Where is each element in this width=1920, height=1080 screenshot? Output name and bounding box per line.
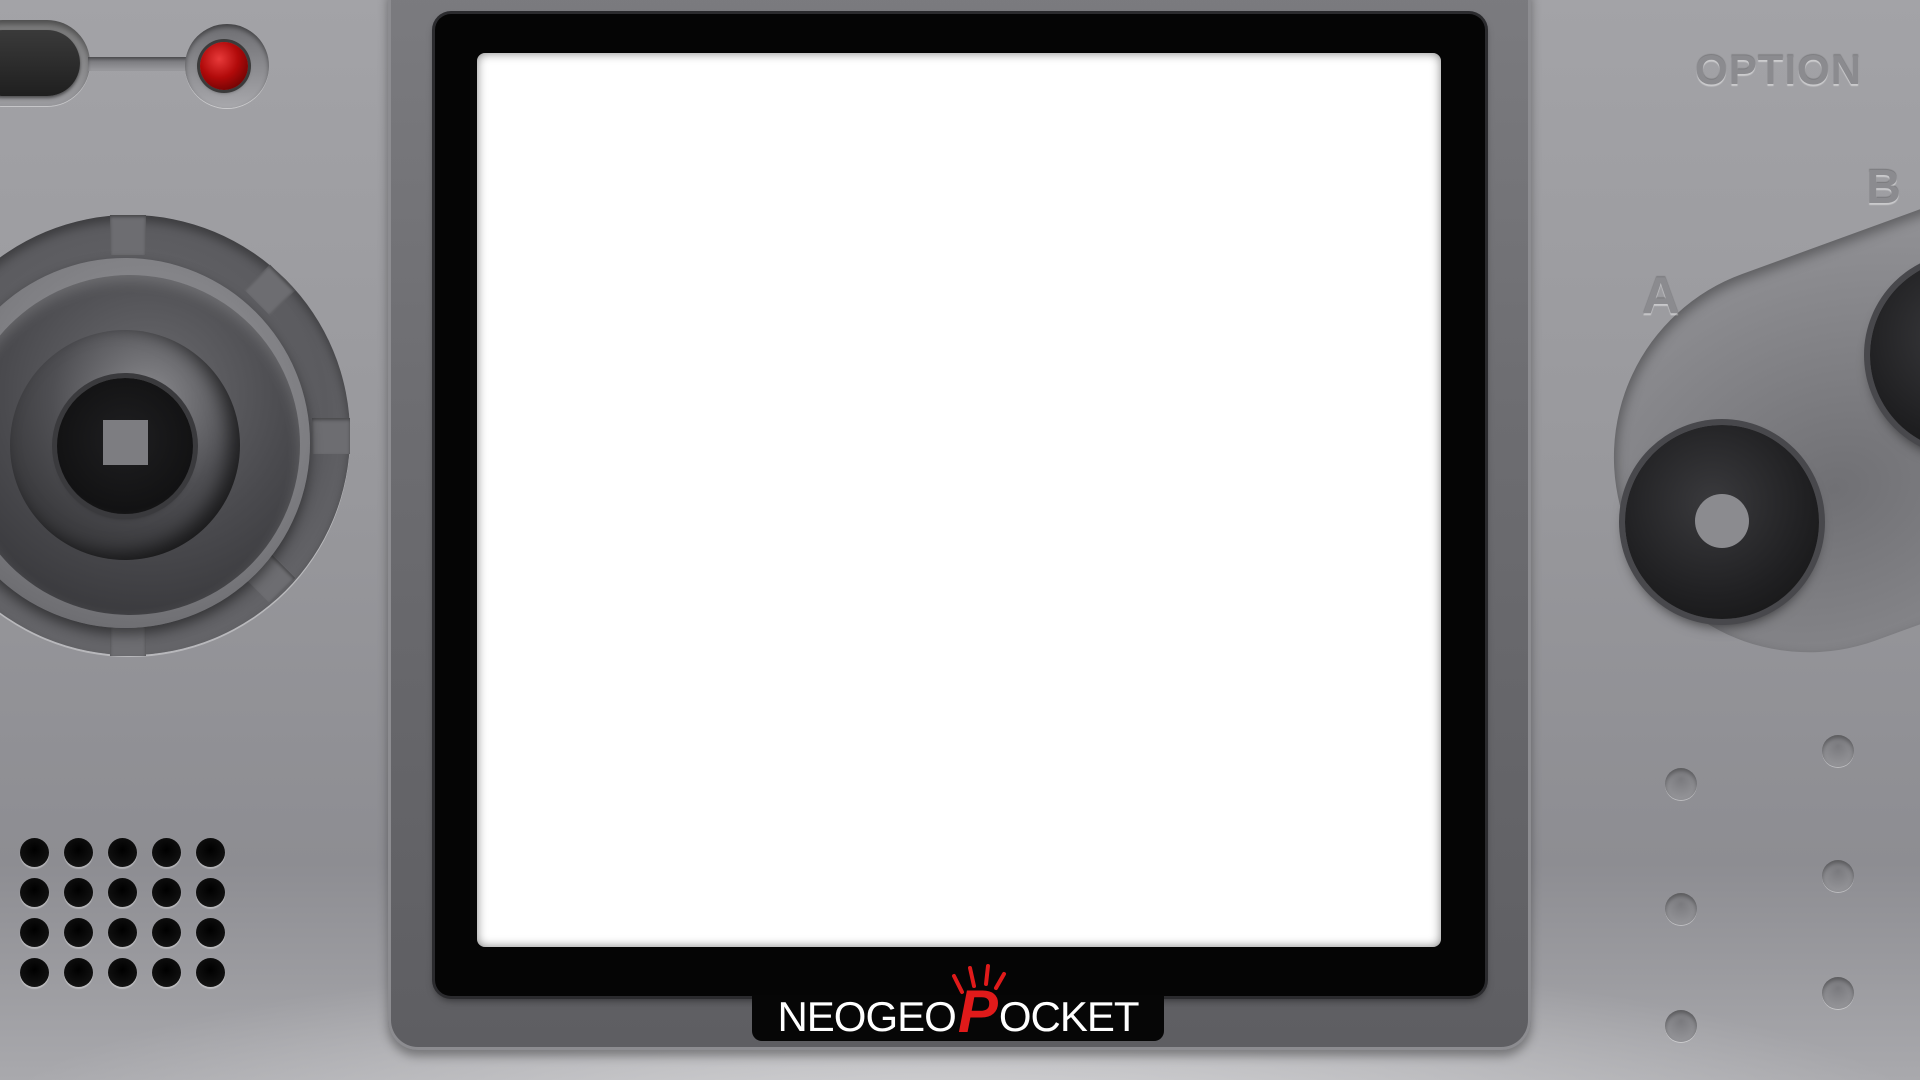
- speaker-hole: [20, 838, 49, 867]
- joystick-notch-up: [110, 215, 146, 255]
- power-led-icon: [200, 42, 248, 90]
- speaker-hole: [64, 918, 93, 947]
- button-a-center-dot-icon: [1695, 494, 1749, 548]
- handheld-console: NEOGEO P OCKET OPTION A B: [0, 0, 1920, 1080]
- logo-spark-icon: [952, 964, 1006, 994]
- console-logo: NEOGEO P OCKET: [752, 978, 1164, 1045]
- speaker-hole: [108, 918, 137, 947]
- logo-prefix: NEOGEO: [777, 993, 956, 1040]
- joystick-notch-right: [312, 418, 350, 454]
- speaker-hole: [20, 878, 49, 907]
- game-screen[interactable]: [477, 53, 1441, 947]
- power-switch-track: [88, 57, 198, 71]
- case-nub: [1665, 893, 1697, 925]
- speaker-hole: [152, 878, 181, 907]
- case-nub: [1665, 768, 1697, 800]
- button-a-label: A: [1642, 267, 1680, 325]
- speaker-hole: [196, 878, 225, 907]
- logo-suffix: OCKET: [998, 993, 1140, 1040]
- speaker-hole: [152, 838, 181, 867]
- speaker-hole: [64, 838, 93, 867]
- speaker-hole: [152, 958, 181, 987]
- case-nub: [1822, 860, 1854, 892]
- speaker-hole: [152, 918, 181, 947]
- speaker-hole: [108, 878, 137, 907]
- speaker-hole: [196, 838, 225, 867]
- speaker-hole: [20, 918, 49, 947]
- case-nub: [1822, 977, 1854, 1009]
- button-b-label: B: [1866, 161, 1901, 214]
- speaker-hole: [196, 958, 225, 987]
- speaker-hole: [64, 958, 93, 987]
- case-nub: [1665, 1010, 1697, 1042]
- power-switch[interactable]: [0, 30, 80, 96]
- speaker-hole: [108, 958, 137, 987]
- case-nub: [1822, 735, 1854, 767]
- joystick-center-square-icon: [103, 420, 148, 465]
- speaker-hole: [20, 958, 49, 987]
- speaker-hole: [64, 878, 93, 907]
- speaker-grille-icon: [20, 838, 230, 998]
- speaker-hole: [196, 918, 225, 947]
- option-button[interactable]: OPTION: [1695, 46, 1862, 94]
- speaker-hole: [108, 838, 137, 867]
